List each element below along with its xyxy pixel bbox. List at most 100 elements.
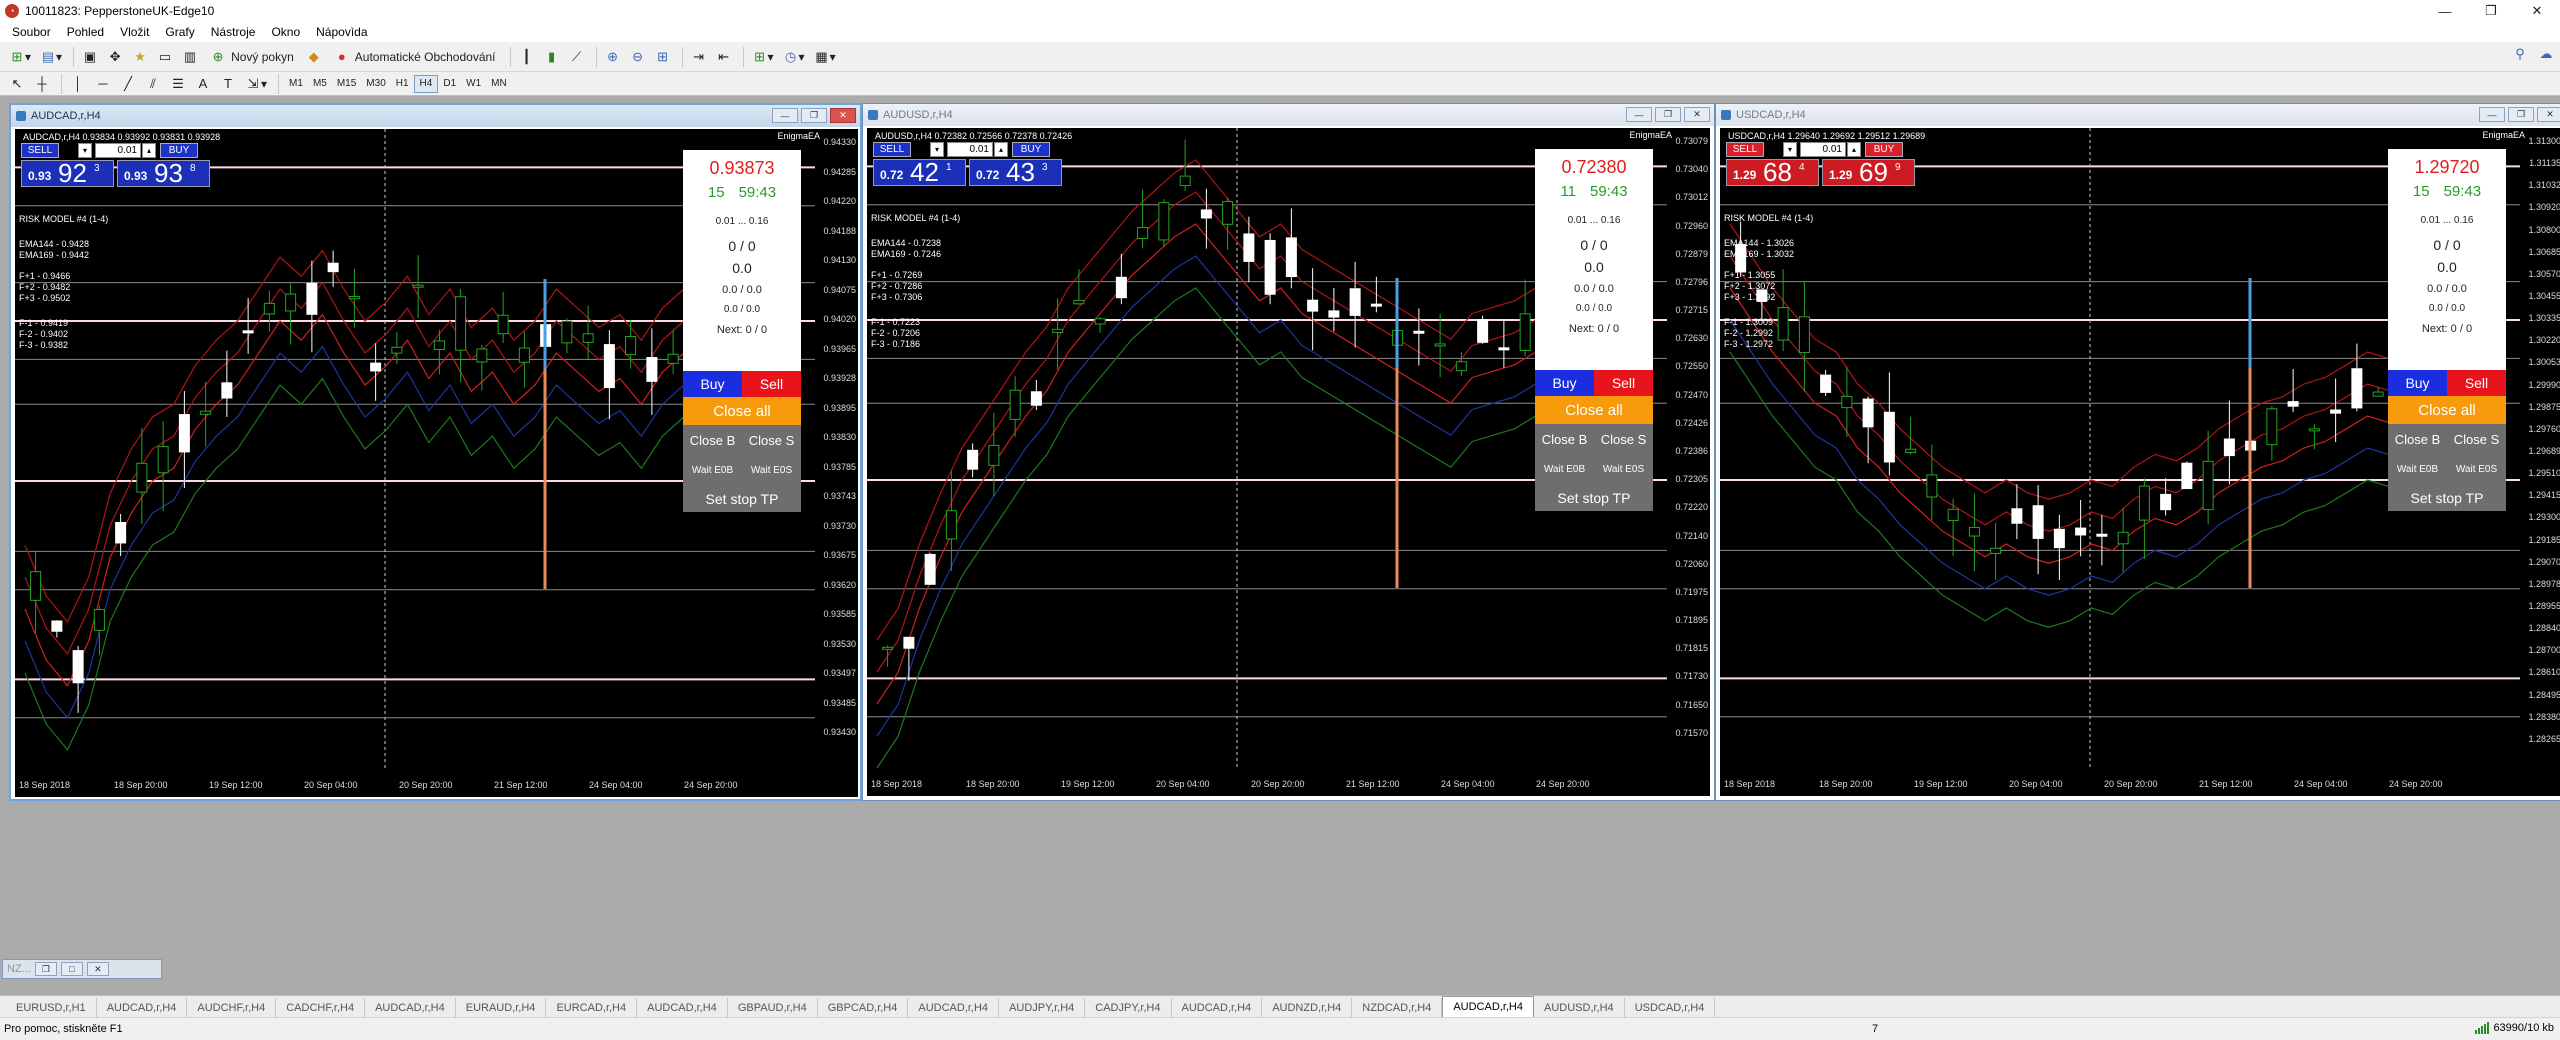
ea-close-all-button[interactable]: Close all <box>2388 396 2506 424</box>
chart-tab[interactable]: CADJPY,r,H4 <box>1085 998 1172 1017</box>
chart-tab[interactable]: GBPCAD,r,H4 <box>818 998 909 1017</box>
navigator-icon[interactable]: ★ <box>129 46 151 68</box>
close-icon[interactable]: ✕ <box>2514 0 2560 22</box>
lot-increase-icon[interactable]: ▴ <box>994 142 1008 157</box>
chart-tab[interactable]: AUDCAD,r,H4 <box>908 998 1000 1017</box>
lot-increase-icon[interactable]: ▴ <box>142 143 156 158</box>
ea-buy-button[interactable]: Buy <box>683 371 742 397</box>
close-icon[interactable]: ✕ <box>830 108 856 123</box>
chart-tab[interactable]: AUDCAD,r,H4 <box>365 998 456 1017</box>
zoom-in-icon[interactable]: ⊕ <box>602 46 624 68</box>
minimize-icon[interactable]: — <box>1626 107 1652 122</box>
bid-quote[interactable]: 0.93 92 3 <box>21 160 114 187</box>
menu-vlozit[interactable]: Vložit <box>112 22 157 42</box>
chart-window-titlebar[interactable]: AUDCAD,r,H4 — ❐ ✕ <box>11 105 860 127</box>
chart-tab[interactable]: AUDCAD,r,H4 <box>637 998 728 1017</box>
ea-buy-button[interactable]: Buy <box>2388 370 2447 396</box>
community-icon[interactable]: ☁ <box>2538 46 2554 62</box>
tile-windows-icon[interactable]: ⊞ <box>652 46 674 68</box>
close-icon[interactable]: ✕ <box>1684 107 1710 122</box>
ea-wait-eos-button[interactable]: Wait E0S <box>2447 454 2506 484</box>
tf-m30[interactable]: M30 <box>361 75 390 93</box>
lot-decrease-icon[interactable]: ▾ <box>930 142 944 157</box>
ask-quote[interactable]: 0.72 43 3 <box>969 159 1062 186</box>
new-chart-icon[interactable]: ⊞ ▾ <box>6 46 34 68</box>
menu-grafy[interactable]: Grafy <box>157 22 202 42</box>
chart-tab[interactable]: AUDCAD,r,H4 <box>97 998 188 1017</box>
menu-pohled[interactable]: Pohled <box>59 22 112 42</box>
lot-size-input[interactable]: 0.01 <box>95 143 141 158</box>
profiles-icon[interactable]: ▤ ▾ <box>37 46 65 68</box>
ea-close-all-button[interactable]: Close all <box>1535 396 1653 424</box>
autotrading-button[interactable]: ● Automatické Obchodování <box>328 46 502 68</box>
ea-close-s-button[interactable]: Close S <box>2447 424 2506 454</box>
ea-set-stop-button[interactable]: Set stop TP <box>1535 484 1653 511</box>
menu-soubor[interactable]: Soubor <box>4 22 59 42</box>
connection-status[interactable]: 63990/10 kb <box>2475 1022 2554 1034</box>
crosshair-icon[interactable]: ┼ <box>31 73 53 95</box>
chart-window[interactable]: AUDUSD,r,H4— ❐ ✕ AUDUSD,r,H4 0.72382 0.7256… <box>862 103 1715 801</box>
one-click-buy-button[interactable]: BUY <box>1865 142 1903 157</box>
chart-window[interactable]: AUDCAD,r,H4— ❐ ✕ AUDCAD,r,H4 0.93834 0.9399… <box>9 103 862 801</box>
chart-window[interactable]: USDCAD,r,H4— ❐ ✕ USDCAD,r,H4 1.29640 1.2969… <box>1715 103 2560 801</box>
metaeditor-icon[interactable]: ◆ <box>303 46 325 68</box>
tf-m5[interactable]: M5 <box>308 75 332 93</box>
chart-tab[interactable]: AUDCAD,r,H4 <box>1172 998 1263 1017</box>
tf-m1[interactable]: M1 <box>284 75 308 93</box>
chart-tab[interactable]: AUDJPY,r,H4 <box>999 998 1086 1017</box>
line-chart-icon[interactable]: ⟋ <box>566 46 588 68</box>
ea-close-s-button[interactable]: Close S <box>742 425 801 455</box>
ea-sell-button[interactable]: Sell <box>742 371 801 397</box>
ea-sell-button[interactable]: Sell <box>1594 370 1653 396</box>
text-icon[interactable]: A <box>192 73 214 95</box>
search-icon[interactable]: ⚲ <box>2512 46 2528 62</box>
tf-h1[interactable]: H1 <box>391 75 414 93</box>
tf-d1[interactable]: D1 <box>438 75 461 93</box>
chart-tab[interactable]: CADCHF,r,H4 <box>276 998 366 1017</box>
ea-set-stop-button[interactable]: Set stop TP <box>2388 484 2506 511</box>
lot-increase-icon[interactable]: ▴ <box>1847 142 1861 157</box>
restore-icon[interactable]: ❐ <box>2508 107 2534 122</box>
tf-h4[interactable]: H4 <box>413 74 439 93</box>
vertical-line-icon[interactable]: │ <box>67 73 89 95</box>
arrows-icon[interactable]: ⇲ ▾ <box>242 73 270 95</box>
chart-tab[interactable]: AUDCHF,r,H4 <box>187 998 277 1017</box>
chart-tab[interactable]: AUDUSD,r,H4 <box>1534 998 1625 1017</box>
tf-w1[interactable]: W1 <box>461 75 486 93</box>
chart-shift-icon[interactable]: ⇤ <box>713 46 735 68</box>
new-order-button[interactable]: ⊕ Nový pokyn <box>204 46 300 68</box>
chart-window-titlebar[interactable]: AUDUSD,r,H4 — ❐ ✕ <box>863 104 1714 126</box>
chart-tab[interactable]: GBPAUD,r,H4 <box>728 998 818 1017</box>
menu-nastroje[interactable]: Nástroje <box>203 22 264 42</box>
minimize-icon[interactable]: — <box>2422 0 2468 22</box>
fibonacci-icon[interactable]: ☰ <box>167 73 189 95</box>
auto-scroll-icon[interactable]: ⇥ <box>688 46 710 68</box>
restore-icon[interactable]: ❐ <box>34 962 57 976</box>
menu-okno[interactable]: Okno <box>263 22 308 42</box>
cursor-icon[interactable]: ↖ <box>6 73 28 95</box>
zoom-out-icon[interactable]: ⊖ <box>627 46 649 68</box>
horizontal-line-icon[interactable]: ─ <box>92 73 114 95</box>
market-watch-icon[interactable]: ▣ <box>79 46 101 68</box>
tf-mn[interactable]: MN <box>486 75 512 93</box>
one-click-sell-button[interactable]: SELL <box>21 143 59 158</box>
chart-tab[interactable]: EURAUD,r,H4 <box>456 998 547 1017</box>
bar-chart-icon[interactable]: ┃ <box>516 46 538 68</box>
maximize-icon[interactable]: □ <box>60 962 83 976</box>
minimize-icon[interactable]: — <box>772 108 798 123</box>
chart-tab[interactable]: EURCAD,r,H4 <box>546 998 638 1017</box>
ea-wait-eob-button[interactable]: Wait E0B <box>1535 454 1594 484</box>
chart-tab[interactable]: EURUSD,r,H1 <box>6 998 97 1017</box>
ask-quote[interactable]: 1.29 69 9 <box>1822 159 1915 186</box>
one-click-sell-button[interactable]: SELL <box>873 142 911 157</box>
price-chart[interactable]: AUDUSD,r,H4 0.72382 0.72566 0.72378 0.72… <box>867 128 1710 796</box>
ea-wait-eos-button[interactable]: Wait E0S <box>742 455 801 485</box>
candlestick-icon[interactable]: ▮ <box>541 46 563 68</box>
tf-m15[interactable]: M15 <box>332 75 361 93</box>
trendline-icon[interactable]: ╱ <box>117 73 139 95</box>
ea-wait-eob-button[interactable]: Wait E0B <box>2388 454 2447 484</box>
minimize-icon[interactable]: — <box>2479 107 2505 122</box>
price-chart[interactable]: USDCAD,r,H4 1.29640 1.29692 1.29512 1.29… <box>1720 128 2560 796</box>
lot-size-input[interactable]: 0.01 <box>947 142 993 157</box>
bid-quote[interactable]: 0.72 42 1 <box>873 159 966 186</box>
